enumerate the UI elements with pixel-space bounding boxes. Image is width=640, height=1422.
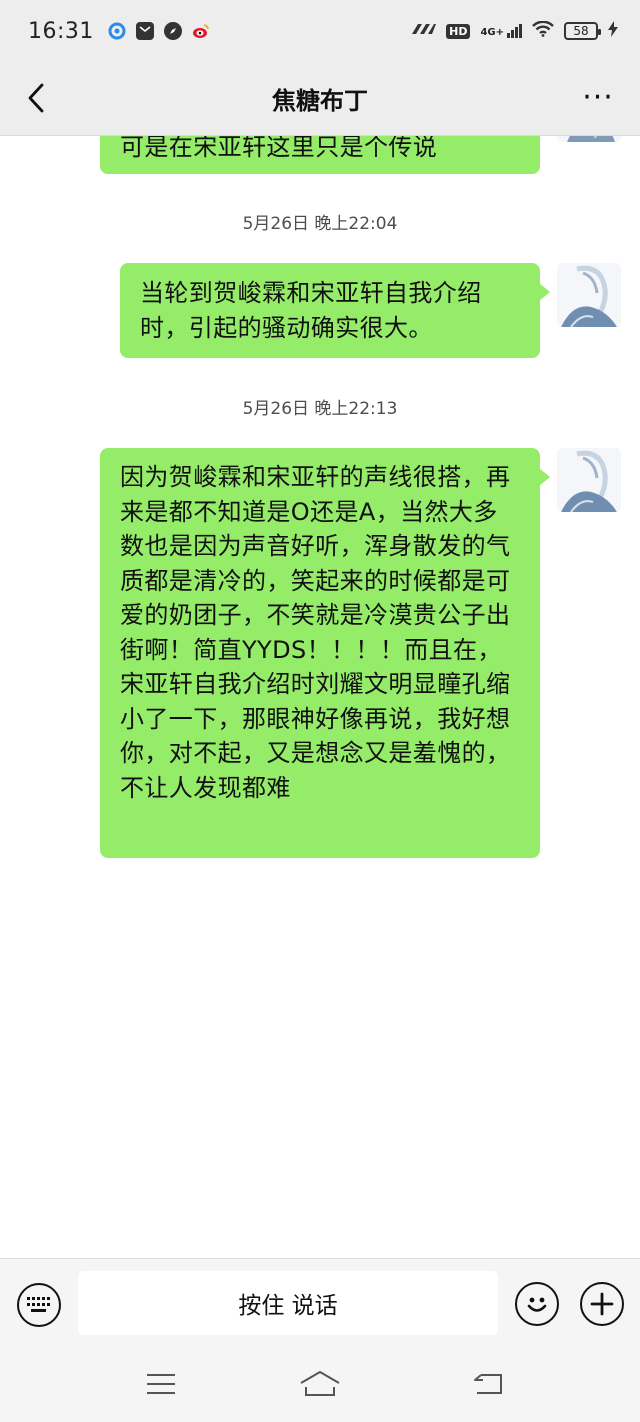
message-text: 当轮到贺峻霖和宋亚轩自我介绍时，引起的骚动确实很大。 [140,279,482,342]
menu-nav-button[interactable] [137,1364,185,1404]
home-nav-button[interactable] [296,1364,344,1404]
avatar[interactable] [557,136,621,142]
charging-icon [608,21,618,41]
browser-icon [108,22,126,40]
back-nav-button[interactable] [464,1364,512,1404]
hold-to-talk-button[interactable]: 按住 说话 [78,1271,498,1335]
message-text: 因为贺峻霖和宋亚轩的声线很搭，再来是都不知道是O还是A，当然大多数也是因为声音好… [120,463,511,802]
speed-icon [410,22,437,40]
avatar[interactable] [557,263,621,327]
avatar[interactable] [557,448,621,512]
wifi-icon [532,20,554,41]
home-icon [300,1371,340,1396]
back-button[interactable] [14,76,58,120]
message-bubble[interactable]: 因为贺峻霖和宋亚轩的声线很搭，再来是都不知道是O还是A，当然大多数也是因为声音好… [100,448,550,858]
hd-badge: HD [446,23,471,39]
more-functions-button[interactable] [580,1282,624,1326]
message-bubble[interactable]: 当轮到贺峻霖和宋亚轩自我介绍时，引起的骚动确实很大。 [120,263,550,358]
chat-header: 焦糖布丁 ··· [0,62,640,136]
more-options-button[interactable]: ··· [576,76,620,120]
back-nav-icon [474,1374,502,1394]
more-icon: ··· [582,80,614,115]
input-bar: 按住 说话 [0,1258,640,1350]
status-time: 16:31 [28,18,94,44]
message-list[interactable]: 可是在宋亚轩这里只是个传说 5月26日 晚上22:04 当轮到贺峻霖和宋亚轩自我… [0,136,640,1258]
system-status: HD 4G+ 58 [410,20,618,41]
emoji-button[interactable] [515,1282,559,1326]
battery-indicator: 58 [564,22,601,40]
chat-title: 焦糖布丁 [272,87,368,115]
chat-screen: 16:31 HD 4G+ 58 焦糖布丁 ··· 可是在宋亚轩这里只是个传说 5… [0,0,640,1422]
plus-icon [590,1292,614,1316]
compass-icon [163,22,182,40]
message-timestamp: 5月26日 晚上22:04 [242,214,398,234]
weibo-icon [192,22,210,40]
chevron-left-icon [28,83,44,113]
battery-level: 58 [573,24,589,38]
cellular-icon: 4G+ [480,24,522,38]
mail-icon [135,22,154,40]
network-type: 4G+ [480,27,504,38]
notification-icons [108,22,210,40]
message-timestamp: 5月26日 晚上22:13 [242,399,398,419]
message-text: 可是在宋亚轩这里只是个传说 [120,136,438,161]
system-navigation-bar [0,1350,640,1422]
emoji-icon [527,1297,547,1312]
status-bar: 16:31 HD 4G+ 58 [0,0,640,62]
menu-icon [147,1374,175,1394]
message-bubble[interactable]: 可是在宋亚轩这里只是个传说 [100,136,540,174]
keyboard-icon [27,1297,50,1312]
keyboard-toggle-button[interactable] [17,1283,61,1327]
